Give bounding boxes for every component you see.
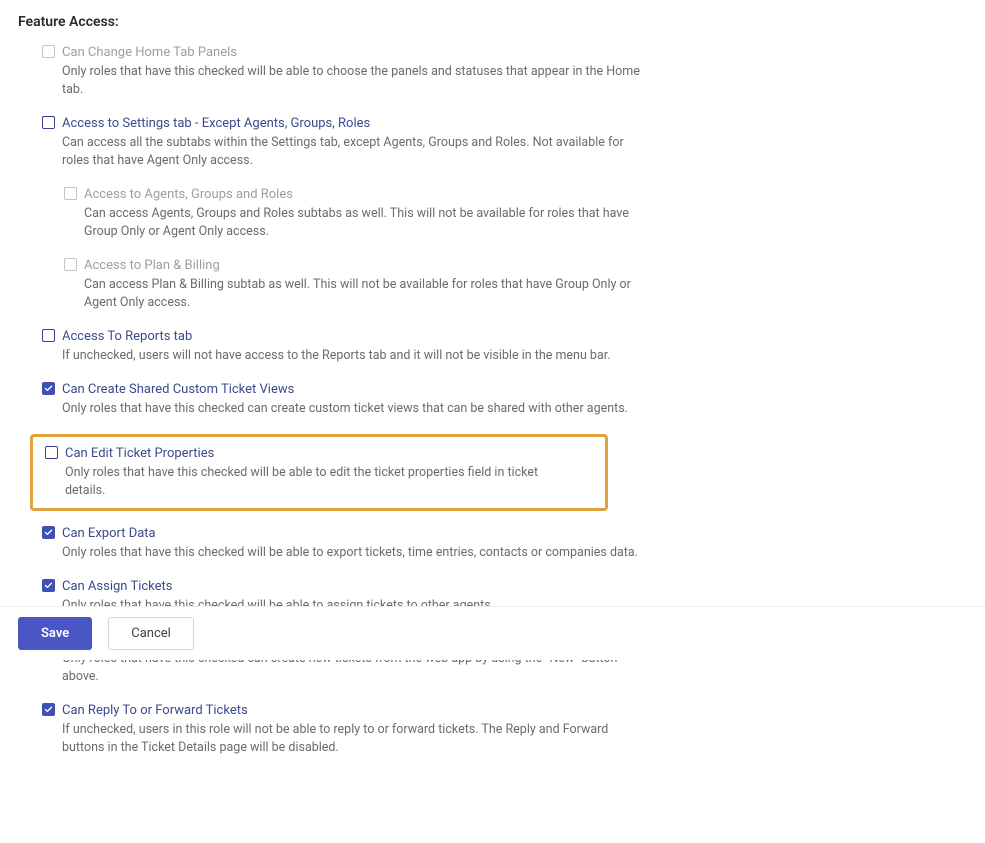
permission-title: Access to Settings tab - Except Agents, … [62,115,955,132]
feature-access-section: Feature Access: Can Change Home Tab Pane… [0,0,985,843]
cancel-button[interactable]: Cancel [108,617,194,650]
permission-title: Can Create Shared Custom Ticket Views [62,381,955,398]
permission-description: Only roles that have this checked will b… [62,544,642,562]
permission-description: Can access all the subtabs within the Se… [62,134,642,170]
permission-description: Can access Plan & Billing subtab as well… [84,276,664,312]
checkbox-shared-views[interactable] [42,382,55,395]
permission-title: Access to Plan & Billing [84,257,955,274]
permission-reply-forward: Can Reply To or Forward Tickets If unchec… [42,702,967,757]
checkbox-home-panels [42,45,55,58]
permission-title: Can Change Home Tab Panels [62,44,955,61]
permission-description: Only roles that have this checked will b… [65,464,581,500]
save-button[interactable]: Save [18,617,92,650]
highlight-box: Can Edit Ticket Properties Only roles tha… [30,434,608,511]
permission-agents-groups-roles: Access to Agents, Groups and Roles Can ac… [64,186,967,241]
permission-title: Can Reply To or Forward Tickets [62,702,955,719]
permission-shared-views: Can Create Shared Custom Ticket Views Onl… [42,381,967,418]
permission-description: Only roles that have this checked can cr… [62,400,642,418]
permission-description: Only roles that have this checked will b… [62,63,642,99]
checkbox-settings-tab[interactable] [42,116,55,129]
checkbox-reports-tab[interactable] [42,329,55,342]
permission-description: Can access Agents, Groups and Roles subt… [84,205,664,241]
checkbox-plan-billing [64,258,77,271]
checkbox-agents-groups-roles [64,187,77,200]
permission-export-data: Can Export Data Only roles that have this… [42,525,967,562]
permission-description: If unchecked, users will not have access… [62,347,642,365]
permission-home-panels: Can Change Home Tab Panels Only roles tha… [42,44,967,99]
checkbox-edit-ticket-props[interactable] [45,446,58,459]
permission-description: If unchecked, users in this role will no… [62,721,642,757]
permission-plan-billing: Access to Plan & Billing Can access Plan … [64,257,967,312]
permission-settings-tab: Access to Settings tab - Except Agents, … [42,115,967,170]
permission-edit-ticket-props: Can Edit Ticket Properties Only roles tha… [45,445,593,500]
permission-title: Can Edit Ticket Properties [65,445,581,462]
permission-title: Can Assign Tickets [62,578,955,595]
permission-title: Can Export Data [62,525,955,542]
checkbox-reply-forward[interactable] [42,703,55,716]
permission-title: Access To Reports tab [62,328,955,345]
checkbox-export-data[interactable] [42,526,55,539]
section-title: Feature Access: [18,14,967,30]
checkbox-assign-tickets[interactable] [42,579,55,592]
permission-reports-tab: Access To Reports tab If unchecked, users… [42,328,967,365]
footer-bar: Save Cancel [0,606,985,660]
permission-title: Access to Agents, Groups and Roles [84,186,955,203]
